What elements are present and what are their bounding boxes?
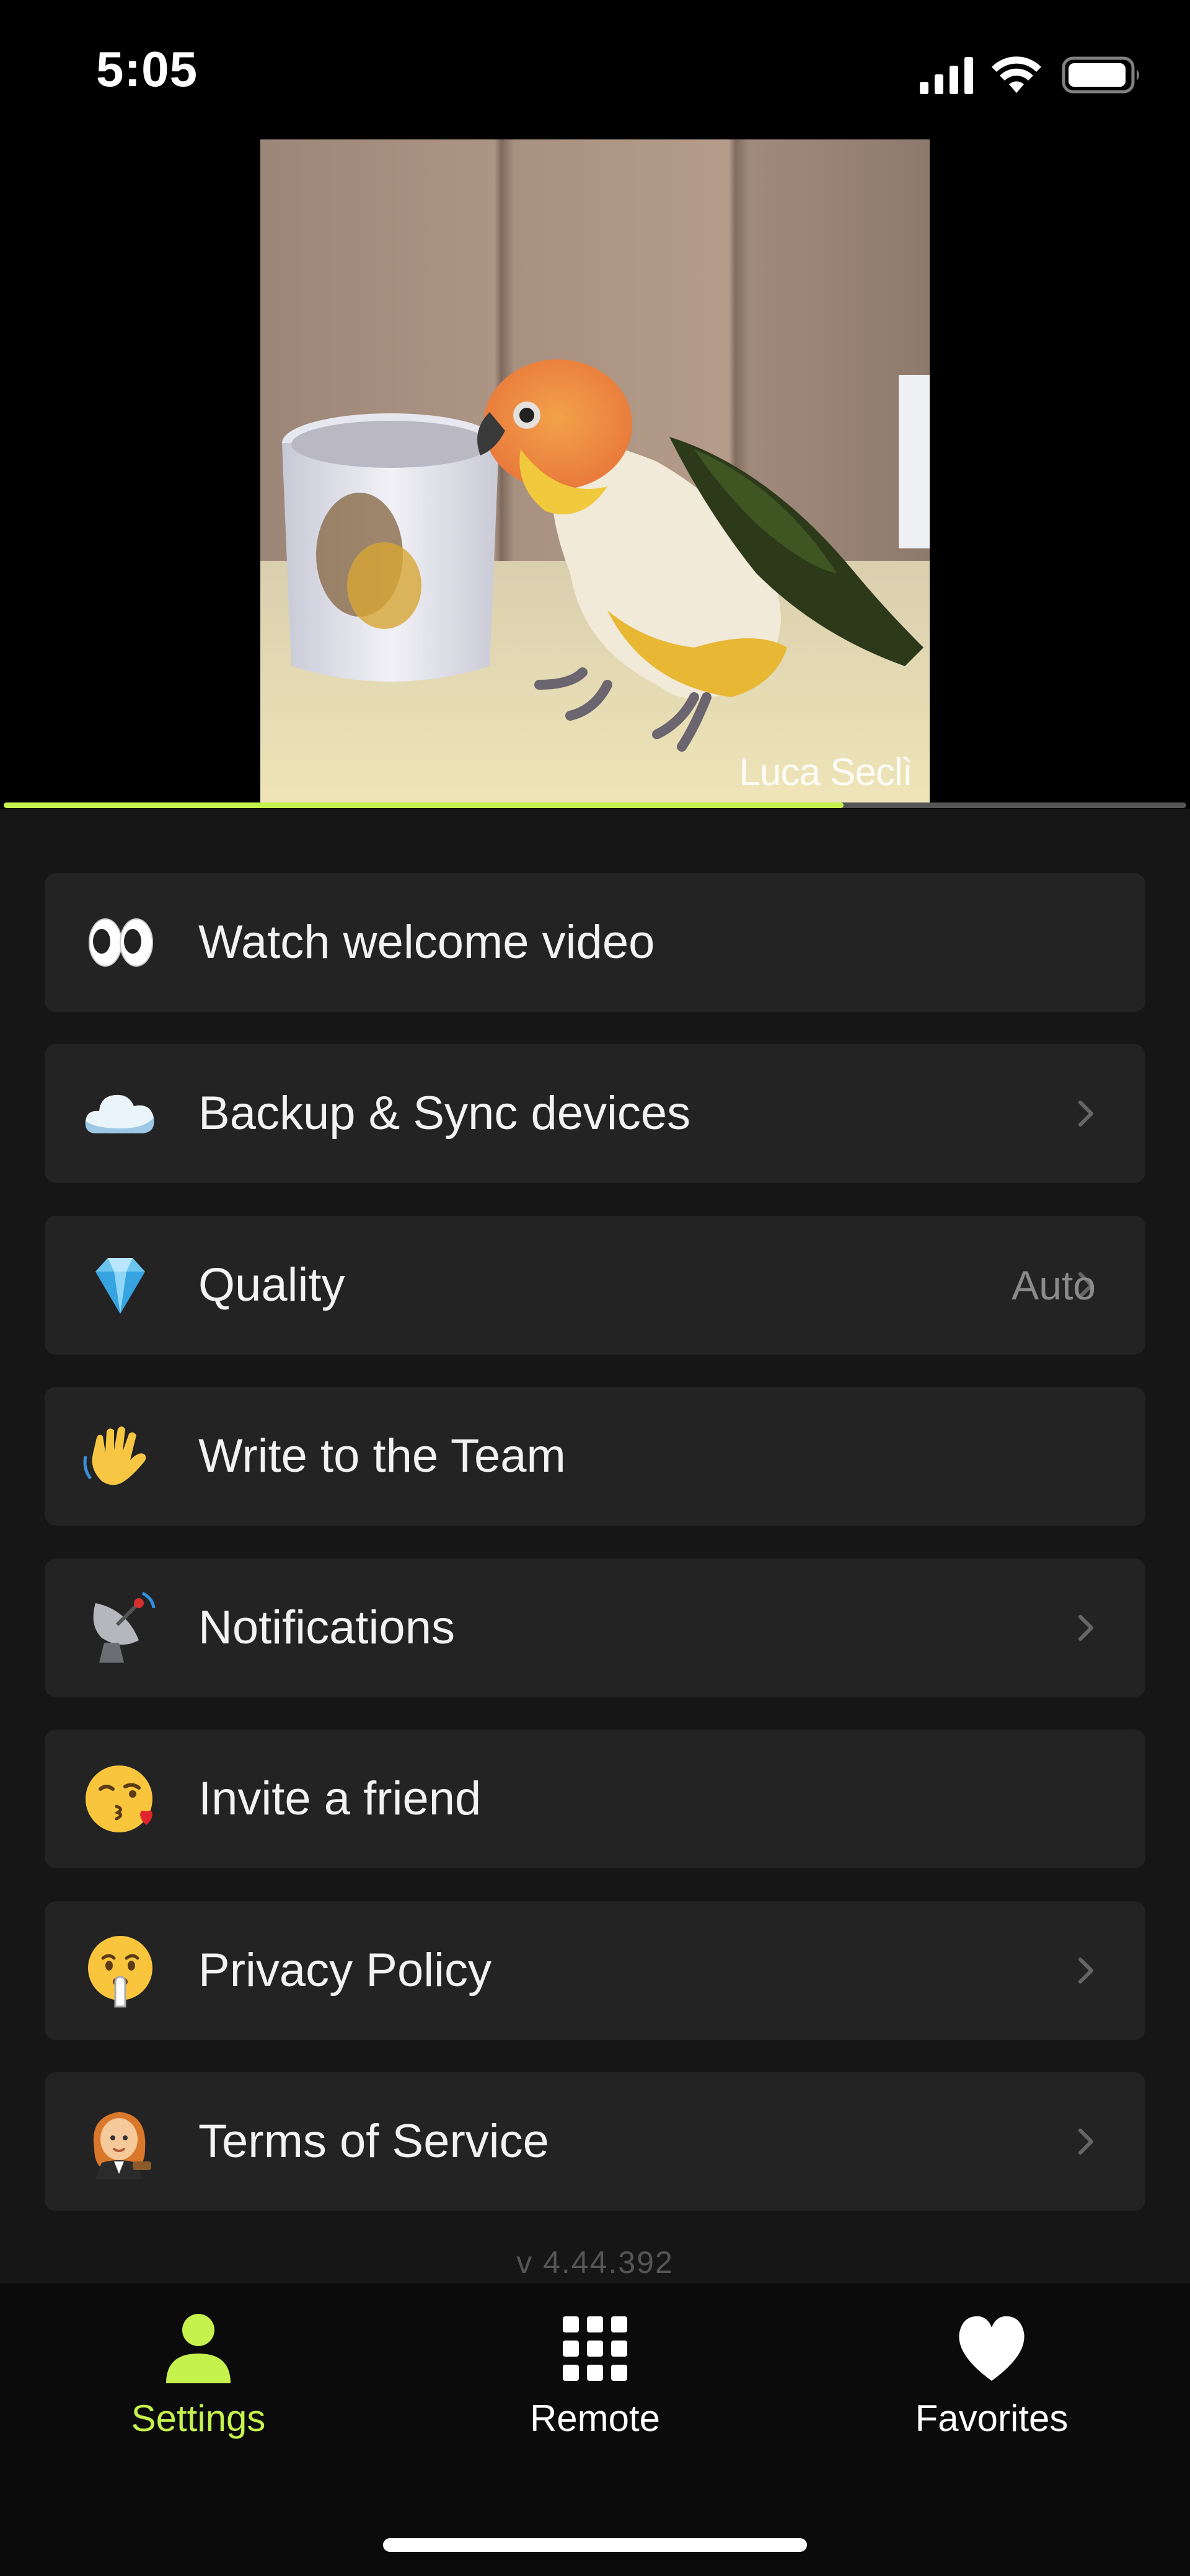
tab-label: Settings [131, 2398, 266, 2439]
menu-item-backup-sync[interactable]: Backup & Sync devices [45, 1044, 1145, 1183]
status-icons [920, 56, 1139, 94]
grid-icon [563, 2316, 627, 2381]
menu-label: Invite a friend [198, 1772, 482, 1825]
quality-value: Auto [1011, 1262, 1096, 1308]
menu-item-quality[interactable]: Quality Auto [45, 1216, 1145, 1355]
menu-item-watch-welcome-video[interactable]: Watch welcome video [45, 873, 1145, 1012]
judge-emoji-icon [93, 2112, 151, 2179]
menu-label: Backup & Sync devices [198, 1087, 691, 1140]
menu-item-notifications[interactable]: Notifications [45, 1558, 1145, 1697]
battery-icon [1062, 56, 1139, 94]
wifi-icon [992, 56, 1041, 93]
status-bar: 5:05 [0, 0, 1190, 136]
parrot-video-image [260, 139, 930, 806]
face-blowing-kiss-emoji-icon [86, 1765, 152, 1832]
person-icon [166, 2314, 231, 2383]
menu-label: Privacy Policy [198, 1944, 491, 1997]
satellite-antenna-emoji-icon [93, 1591, 156, 1663]
video-progress-fill [4, 802, 844, 808]
video-frame[interactable]: Luca Seclì [260, 139, 930, 806]
chevron-right-icon [1078, 1958, 1093, 1984]
menu-label: Watch welcome video [198, 916, 655, 969]
tab-label: Favorites [915, 2398, 1069, 2439]
menu-item-write-to-team[interactable]: Write to the Team [45, 1387, 1145, 1526]
settings-panel [0, 809, 1190, 2284]
waving-hand-emoji-icon [83, 1426, 146, 1485]
chevron-right-icon [1078, 1101, 1093, 1127]
tab-bar: Settings Remote Favorites [0, 2284, 1190, 2576]
video-progress-bar[interactable] [4, 802, 1186, 808]
cellular-signal-icon [920, 57, 973, 94]
cloud-emoji-icon [85, 1094, 154, 1133]
app-version: v 4.44.392 [516, 2245, 674, 2280]
menu-label: Terms of Service [198, 2115, 549, 2168]
menu-item-privacy-policy[interactable]: Privacy Policy [45, 1901, 1145, 2040]
chevron-right-icon [1078, 1615, 1093, 1641]
video-credit: Luca Seclì [739, 751, 913, 794]
shushing-face-emoji-icon [88, 1936, 152, 2008]
heart-icon [959, 2316, 1025, 2381]
menu-item-terms-of-service[interactable]: Terms of Service [45, 2072, 1145, 2211]
tab-favorites[interactable]: Favorites [793, 2284, 1190, 2469]
status-time: 5:05 [96, 42, 198, 97]
menu-label: Write to the Team [198, 1430, 566, 1482]
menu-item-invite-friend[interactable]: Invite a friend [45, 1730, 1145, 1868]
home-indicator[interactable] [383, 2538, 807, 2552]
menu-label: Notifications [198, 1601, 455, 1654]
video-player[interactable]: Luca Seclì [0, 136, 1190, 809]
chevron-right-icon [1078, 2129, 1093, 2155]
tab-settings[interactable]: Settings [0, 2284, 397, 2469]
gem-emoji-icon [95, 1258, 145, 1314]
eyes-emoji-icon [89, 918, 153, 967]
menu-label: Quality [198, 1259, 345, 1311]
tab-remote[interactable]: Remote [397, 2284, 793, 2469]
tab-label: Remote [529, 2398, 661, 2439]
